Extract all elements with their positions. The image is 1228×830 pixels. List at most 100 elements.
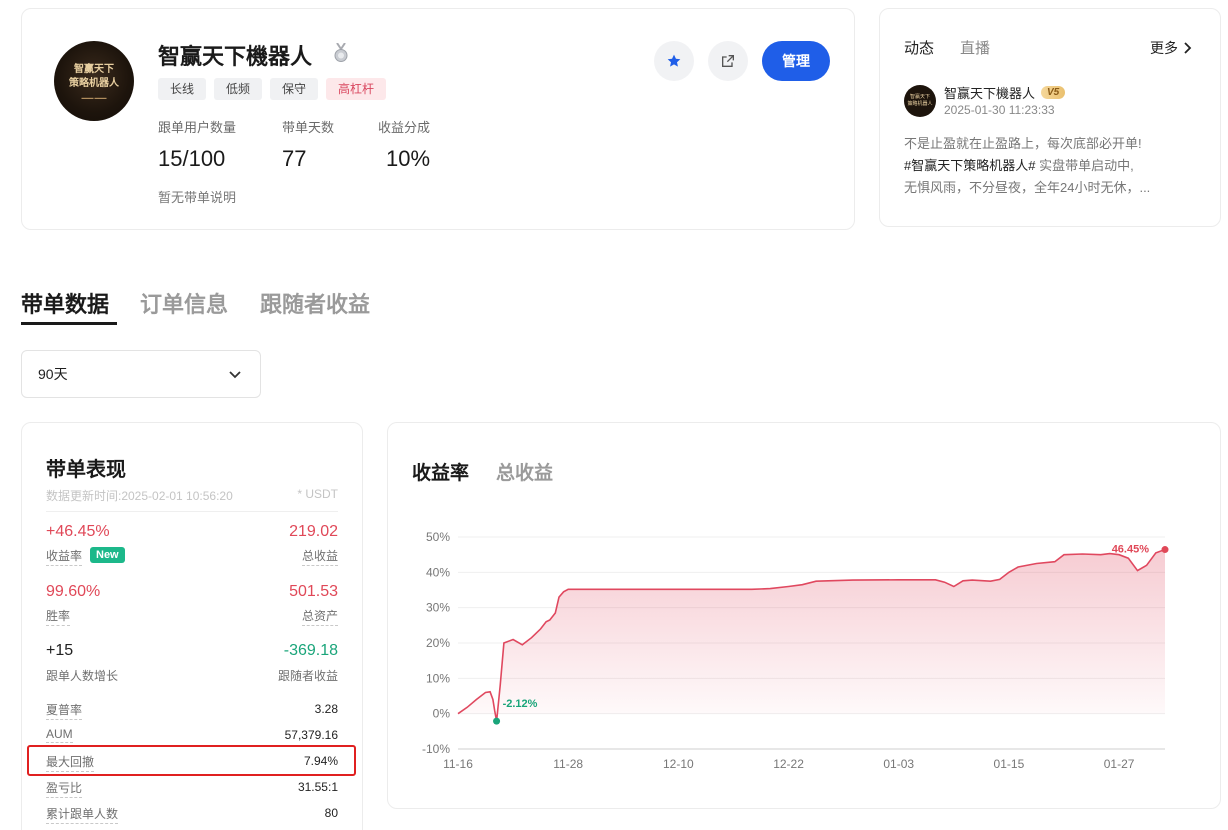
max-point-label: 46.45%	[1112, 544, 1150, 556]
y-tick-label: 20%	[426, 636, 450, 650]
max-drawdown-highlight	[27, 745, 356, 776]
y-tick-label: 50%	[426, 530, 450, 544]
roi-label[interactable]: 收益率	[46, 547, 83, 566]
manage-button[interactable]: 管理	[762, 41, 830, 81]
sharpe-value: 3.28	[314, 702, 338, 716]
more-label: 更多	[1150, 40, 1178, 56]
trader-tags: 长线 低频 保守 高杠杆	[158, 78, 387, 100]
stat-followers: 跟单用户数量 15/100	[158, 117, 236, 172]
divider	[46, 511, 338, 512]
chevron-down-icon	[229, 371, 241, 379]
post-author-name[interactable]: 智赢天下機器人	[944, 83, 1035, 102]
avatar-decoration: ▬▬▬ ▬▬▬	[81, 95, 107, 100]
tab-follower-pnl[interactable]: 跟随者收益	[260, 287, 370, 319]
total-assets-value: 501.53	[289, 583, 338, 600]
trader-name: 智赢天下機器人	[158, 44, 313, 69]
avatar-text-line2: 策略机器人	[69, 78, 119, 89]
total-pnl-label[interactable]: 总收益	[301, 547, 338, 566]
x-tick-label: 11-16	[443, 757, 473, 771]
post-line-rest: 实盘带单启动中,	[1035, 158, 1134, 173]
follow-description: 暂无带单说明	[158, 190, 237, 205]
tab-copy-data[interactable]: 带单数据	[21, 287, 109, 319]
sharpe-label[interactable]: 夏普率	[46, 701, 83, 720]
y-axis-ticks: 50% 40% 30% 20% 10% 0% -10%	[422, 530, 450, 756]
post-author: 智赢天下機器人 V5	[944, 83, 1066, 102]
total-assets-label[interactable]: 总资产	[301, 607, 338, 626]
favorite-button[interactable]	[654, 41, 694, 81]
total-followers-label[interactable]: 累计跟单人数	[46, 805, 119, 824]
x-tick-label: 01-03	[883, 757, 914, 771]
y-tick-label: -10%	[422, 742, 450, 756]
feed-more-link[interactable]: 更多	[1150, 38, 1192, 58]
x-axis-ticks: 11-16 11-28 12-10 12-22 01-03 01-15 01-27	[443, 757, 1135, 771]
profit-loss-ratio-value: 31.55:1	[297, 780, 338, 794]
stat-value: 15/100	[158, 146, 226, 171]
x-tick-label: 11-28	[553, 757, 583, 771]
min-point-label: -2.12%	[503, 698, 538, 710]
win-rate-value: 99.60%	[46, 583, 101, 600]
y-tick-label: 30%	[426, 601, 450, 615]
aum-label[interactable]: AUM	[46, 727, 73, 743]
period-select-value: 90天	[38, 366, 68, 382]
stat-value: 77	[282, 146, 307, 171]
y-tick-label: 40%	[426, 565, 450, 579]
roi-area	[458, 549, 1165, 722]
post-time: 2025-01-30 11:23:33	[944, 103, 1055, 117]
stat-label: 跟单用户数量	[158, 120, 237, 135]
follower-pnl-label: 跟随者收益	[277, 669, 338, 683]
update-time: 数据更新时间:2025-02-01 10:56:20	[46, 489, 233, 503]
y-tick-label: 0%	[433, 707, 451, 721]
chart-card: 收益率 总收益 50% 40% 30% 20% 10% 0% -10% 11-16 11-28…	[387, 422, 1221, 809]
tab-order-info[interactable]: 订单信息	[140, 287, 228, 319]
tag: 长线	[158, 78, 207, 100]
total-followers-value: 80	[324, 806, 338, 820]
performance-card: 带单表现 数据更新时间:2025-02-01 10:56:20 * USDT +…	[21, 422, 363, 830]
avatar-text-line1: 智赢天下	[909, 94, 930, 100]
stat-label: 收益分成	[378, 120, 431, 135]
x-tick-label: 01-15	[994, 757, 1025, 771]
currency-unit: * USDT	[297, 487, 338, 501]
post-line: 无惧风雨，不分昼夜，全年24小时无休，...	[904, 180, 1151, 195]
performance-title: 带单表现	[46, 459, 126, 481]
tag: 保守	[270, 78, 319, 100]
medal-icon	[334, 43, 348, 62]
vip-badge: V5	[1041, 86, 1066, 99]
x-tick-label: 12-22	[773, 757, 804, 771]
new-badge: New	[90, 547, 125, 563]
feed-tab-activity[interactable]: 动态	[904, 37, 934, 58]
x-tick-label: 01-27	[1104, 757, 1135, 771]
post-text[interactable]: 不是止盈就在止盈路上，每次底部必开单! #智赢天下策略机器人# 实盘带单启动中,…	[904, 133, 1204, 199]
share-button[interactable]	[708, 41, 748, 81]
aum-value: 57,379.16	[284, 728, 338, 742]
star-icon	[667, 54, 681, 67]
follower-growth-label: 跟单人数增长	[46, 669, 119, 683]
chevron-right-icon	[1184, 42, 1192, 54]
tag-high-leverage: 高杠杆	[326, 78, 387, 100]
stat-days: 带单天数 77	[282, 117, 334, 172]
stat-label: 带单天数	[282, 120, 335, 135]
period-select[interactable]: 90天	[21, 350, 261, 398]
roi-chart[interactable]: 50% 40% 30% 20% 10% 0% -10% 11-16 11-28 12-10 12-…	[388, 423, 1220, 808]
stat-value: 10%	[386, 146, 431, 171]
min-point-marker	[493, 717, 501, 725]
activity-feed-card: 动态 直播 更多 智赢天下 策略机器人 智赢天下機器人 V5 2025-01-3…	[879, 8, 1221, 227]
follower-growth-value: +15	[46, 642, 74, 659]
post-line: #智赢天下策略机器人# 实盘带单启动中,	[904, 155, 1204, 177]
roi-value: +46.45%	[46, 523, 110, 540]
tag: 低频	[214, 78, 263, 100]
trader-profile-card: 智赢天下 策略机器人 ▬▬▬ ▬▬▬ 智赢天下機器人 长线 低频 保守 高杠杆 …	[21, 8, 855, 230]
feed-tab-live[interactable]: 直播	[960, 37, 990, 58]
avatar-text-line1: 智赢天下	[74, 64, 114, 75]
max-point-marker	[1161, 546, 1169, 554]
trader-avatar[interactable]: 智赢天下 策略机器人 ▬▬▬ ▬▬▬	[54, 41, 134, 121]
share-icon	[722, 55, 734, 67]
y-tick-label: 10%	[426, 671, 450, 685]
follower-pnl-value: -369.18	[283, 642, 338, 659]
profit-loss-ratio-label[interactable]: 盈亏比	[46, 779, 83, 798]
post-hashtag[interactable]: #智赢天下策略机器人#	[904, 158, 1035, 173]
x-tick-label: 12-10	[663, 757, 694, 771]
total-pnl-value: 219.02	[289, 523, 338, 540]
post-author-avatar[interactable]: 智赢天下 策略机器人	[904, 85, 936, 117]
active-tab-indicator	[21, 322, 117, 325]
win-rate-label[interactable]: 胜率	[46, 607, 71, 626]
